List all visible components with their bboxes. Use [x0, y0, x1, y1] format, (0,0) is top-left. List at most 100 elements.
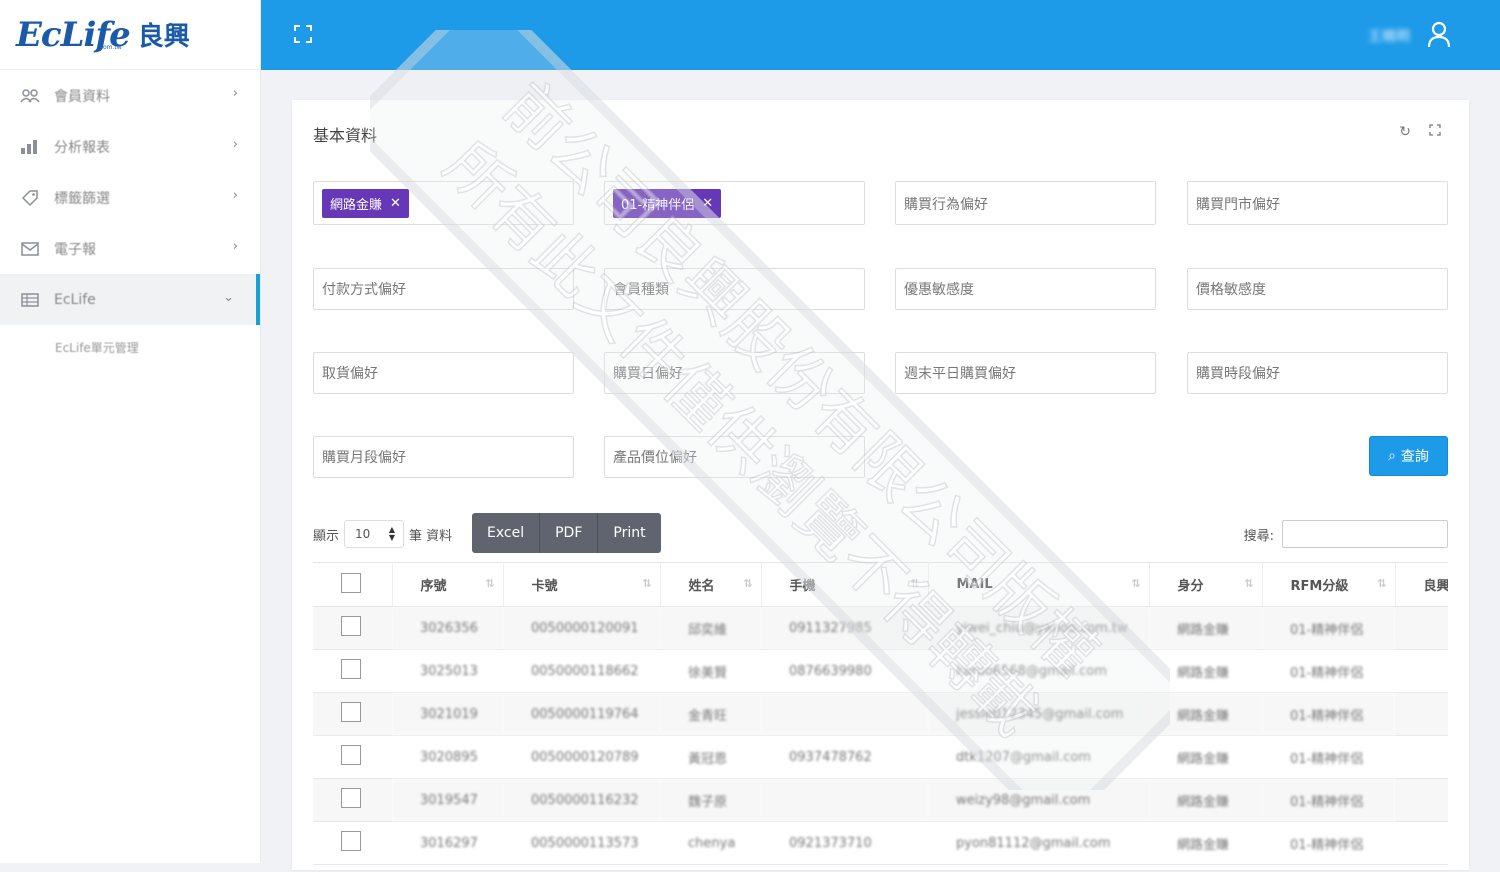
filter-discount-sensitivity[interactable]: 優惠敏感度: [895, 268, 1156, 310]
cell-mobile: 0876639980: [761, 649, 928, 693]
filter-member-type[interactable]: 會員種類: [604, 268, 865, 310]
member-table: 序號 ⇅ 卡號 ⇅ 姓名 ⇅ 手機 ⇅ MAIL ⇅ 身分 ⇅ RFM分級 ⇅ 良興 3026…: [313, 562, 1448, 872]
filter-time-slot[interactable]: 購買時段偏好: [1187, 352, 1448, 394]
row-checkbox[interactable]: [341, 659, 361, 679]
mail-icon: [20, 239, 40, 259]
filter-purchase-behavior[interactable]: 購買行為偏好: [895, 181, 1156, 225]
column-header-name[interactable]: 姓名 ⇅: [660, 562, 762, 607]
user-icon[interactable]: [1426, 20, 1452, 48]
filter-identity-select[interactable]: 網路金賺 ✕: [313, 181, 574, 225]
selected-tag: 網路金賺 ✕: [322, 188, 409, 218]
row-checkbox[interactable]: [341, 831, 361, 851]
expand-icon[interactable]: [1429, 124, 1441, 140]
remove-tag-icon[interactable]: ✕: [702, 196, 713, 211]
card-title: 基本資料: [313, 126, 378, 145]
filter-price-sensitivity[interactable]: 價格敏感度: [1187, 268, 1448, 310]
records-label: 筆 資料: [409, 528, 453, 544]
sidebar-item-label: EcLife: [54, 291, 96, 308]
cell-mobile: 0921373710: [761, 821, 928, 865]
table-icon: [20, 290, 40, 310]
cell-mail: karuo6568@gmail.com: [928, 649, 1149, 693]
cell-card: 0050000119764: [503, 692, 660, 736]
refresh-icon[interactable]: ↻: [1399, 124, 1411, 140]
filter-rfm-select[interactable]: 01-精神伴侶 ✕: [604, 181, 865, 225]
column-header-liangxing[interactable]: 良興: [1395, 562, 1448, 607]
search-input[interactable]: [1282, 520, 1448, 548]
remove-tag-icon[interactable]: ✕: [390, 196, 401, 211]
sidebar-item-label: 標籤篩選: [54, 190, 110, 207]
sidebar-subitem-eclife-units[interactable]: EcLife單元管理: [0, 325, 260, 369]
row-checkbox[interactable]: [341, 788, 361, 808]
cell-identity: 網路金賺: [1149, 778, 1262, 822]
filter-store-preference[interactable]: 購買門市偏好: [1187, 181, 1448, 225]
table-row[interactable]: 3020895 0050000120789 黃冠恩 0937478762 dtk…: [313, 735, 1448, 779]
table-row[interactable]: 3016297 0050000113573 chenya 0921373710 …: [313, 821, 1448, 865]
filter-weekend-weekday[interactable]: 週末平日購買偏好: [895, 352, 1156, 394]
cell-name: 金青旺: [660, 692, 761, 736]
cell-serial: 3020895: [392, 735, 503, 779]
cell-mobile: [761, 778, 928, 822]
cell-name: 魏子原: [660, 778, 761, 822]
select-all-checkbox[interactable]: [341, 572, 361, 593]
row-checkbox[interactable]: [341, 616, 361, 636]
column-header-mail[interactable]: MAIL ⇅: [928, 562, 1150, 607]
table-row[interactable]: 3021019 0050000119764 金青旺 jessie012345@g…: [313, 692, 1448, 736]
filter-pickup-preference[interactable]: 取貨偏好: [313, 352, 574, 394]
tag-label: 網路金賺: [330, 197, 383, 213]
chevron-right-icon: ›: [232, 137, 238, 152]
sidebar-item-members[interactable]: 會員資料 ›: [0, 70, 260, 121]
column-header-identity[interactable]: 身分 ⇅: [1149, 562, 1263, 607]
tag-label: 01-精神伴侶: [621, 197, 695, 213]
sort-icon: ⇅: [1244, 577, 1254, 590]
excel-button[interactable]: Excel: [472, 513, 541, 553]
column-header-card[interactable]: 卡號 ⇅: [503, 562, 661, 607]
cell-rfm: 01-精神伴侶: [1262, 606, 1395, 650]
fullscreen-icon[interactable]: [293, 24, 313, 44]
cell-mail: pyon81112@gmail.com: [928, 821, 1149, 865]
cell-serial: 3026356: [392, 606, 503, 650]
bar-chart-icon: [20, 137, 40, 157]
cell-card: 0050000120091: [503, 606, 660, 650]
cell-identity: 網路金賺: [1149, 735, 1262, 779]
sidebar-item-reports[interactable]: 分析報表 ›: [0, 121, 260, 172]
search-label: 搜尋:: [1243, 528, 1274, 544]
search-icon: ⌕: [1388, 448, 1396, 464]
cell-mail: jessie012345@gmail.com: [928, 692, 1149, 736]
sidebar-item-newsletter[interactable]: 電子報 ›: [0, 223, 260, 274]
column-header-serial[interactable]: 序號 ⇅: [392, 562, 504, 607]
table-row[interactable]: 3025013 0050000118662 徐美賢 0876639980 kar…: [313, 649, 1448, 693]
row-checkbox[interactable]: [341, 745, 361, 765]
query-button[interactable]: ⌕ 查詢: [1369, 436, 1448, 476]
column-header-mobile[interactable]: 手機 ⇅: [761, 562, 929, 607]
sort-icon: ⇅: [485, 577, 495, 590]
sort-icon: ⇅: [1131, 577, 1141, 590]
logo[interactable]: EcLife com.tw 良興: [0, 0, 260, 70]
chevron-right-icon: ›: [232, 188, 238, 203]
sidebar-item-label: 會員資料: [54, 88, 110, 105]
filter-product-price[interactable]: 產品價位偏好: [604, 436, 865, 478]
filter-month-period[interactable]: 購買月段偏好: [313, 436, 574, 478]
table-search: 搜尋:: [1244, 520, 1448, 548]
table-row[interactable]: 3019547 0050000116232 魏子原 weizy98@gmail.…: [313, 778, 1448, 822]
filter-payment-preference[interactable]: 付款方式偏好: [313, 268, 574, 310]
cell-rfm: 01-精神伴侶: [1262, 821, 1395, 865]
sidebar-item-eclife[interactable]: EcLife ⌄: [0, 274, 260, 325]
cell-card: 0050000118662: [503, 649, 660, 693]
card-tools: ↻: [1399, 124, 1441, 140]
print-button[interactable]: Print: [598, 513, 661, 553]
filter-purchase-day[interactable]: 購買日偏好: [604, 352, 865, 394]
tag-icon: [20, 188, 40, 208]
logo-chinese: 良興: [137, 22, 190, 52]
chevron-down-icon: ⌄: [223, 290, 234, 305]
cell-mobile: 0937478762: [761, 735, 928, 779]
table-row[interactable]: 3026356 0050000120091 邱奕維 0911327985 yiw…: [313, 606, 1448, 650]
pdf-button[interactable]: PDF: [540, 513, 599, 553]
column-header-rfm[interactable]: RFM分級 ⇅: [1262, 562, 1396, 607]
page-length-select[interactable]: 10 ▲ ▼: [344, 520, 405, 548]
top-bar: 王曉明: [261, 0, 1500, 70]
cell-serial: 3016297: [392, 821, 503, 865]
row-checkbox[interactable]: [341, 702, 361, 722]
cell-mobile: [761, 692, 928, 736]
selected-tag: 01-精神伴侶 ✕: [613, 188, 722, 218]
sidebar-item-tags[interactable]: 標籤篩選 ›: [0, 172, 260, 223]
